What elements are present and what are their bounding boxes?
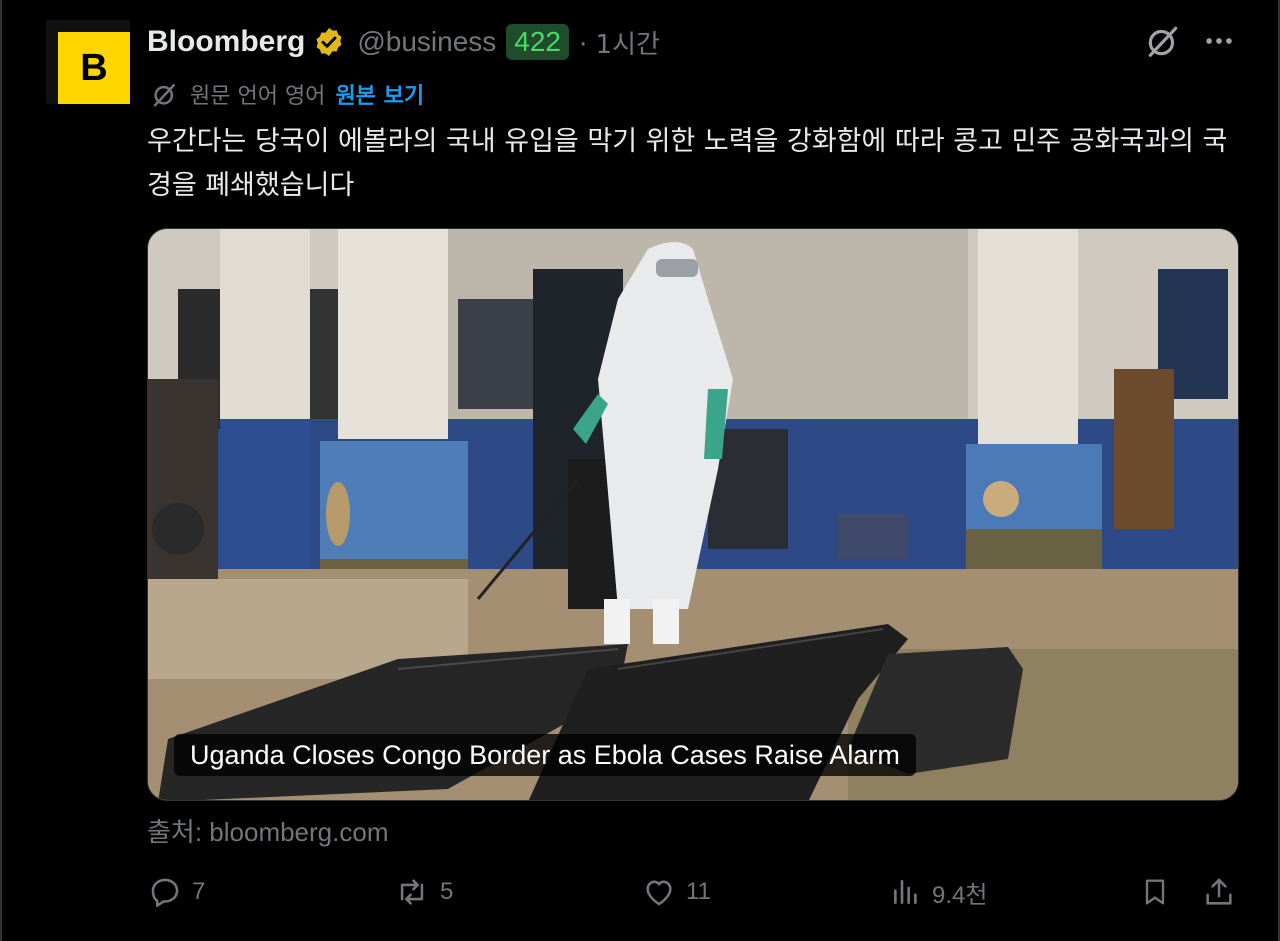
like-button[interactable]: 11	[642, 868, 711, 916]
tweet-frame: B Bloomberg @business 422 · 1시간 원문 언어 영어…	[0, 0, 1280, 941]
bookmark-button[interactable]	[1139, 868, 1171, 916]
like-count: 11	[686, 878, 711, 905]
author-handle[interactable]: @business	[357, 26, 496, 58]
share-button[interactable]	[1202, 868, 1236, 916]
share-icon	[1206, 878, 1232, 905]
action-bar: 7 5 11 9.4천	[2, 868, 1280, 916]
article-image	[148, 229, 1238, 800]
card-source[interactable]: 출처: bloomberg.com	[147, 812, 388, 849]
affiliate-badge[interactable]: 422	[506, 24, 569, 60]
reply-icon	[151, 878, 179, 908]
views-button[interactable]: 9.4천	[890, 868, 987, 916]
author-name[interactable]: Bloomberg	[147, 25, 305, 59]
translate-icon	[153, 84, 175, 107]
translation-label: 원문 언어 영어	[190, 84, 326, 109]
bookmark-icon	[1145, 879, 1165, 905]
view-count: 9.4천	[932, 881, 988, 909]
avatar[interactable]: B	[46, 20, 130, 104]
like-icon	[646, 880, 672, 906]
repost-icon	[400, 879, 424, 905]
card-caption: Uganda Closes Congo Border as Ebola Case…	[174, 734, 916, 776]
repost-button[interactable]: 5	[394, 868, 453, 916]
verified-icon	[316, 28, 342, 56]
reply-button[interactable]: 7	[148, 868, 205, 916]
translation-notice: 원문 언어 영어 원본 보기	[150, 78, 424, 110]
tweet-header: Bloomberg @business 422 · 1시간	[147, 22, 660, 62]
more-icon[interactable]	[1200, 24, 1238, 58]
avatar-logo: B	[58, 32, 130, 104]
timestamp[interactable]: · 1시간	[579, 24, 660, 61]
reply-count: 7	[192, 878, 206, 905]
repost-count: 5	[440, 878, 454, 905]
views-icon	[894, 880, 917, 904]
link-card[interactable]: Uganda Closes Congo Border as Ebola Case…	[147, 228, 1239, 801]
tweet-text: 우간다는 당국이 에볼라의 국내 유입을 막기 위한 노력을 강화함에 따라 콩…	[147, 126, 1228, 201]
show-original-link[interactable]: 원본 보기	[335, 78, 424, 110]
grok-icon[interactable]	[1144, 22, 1182, 60]
